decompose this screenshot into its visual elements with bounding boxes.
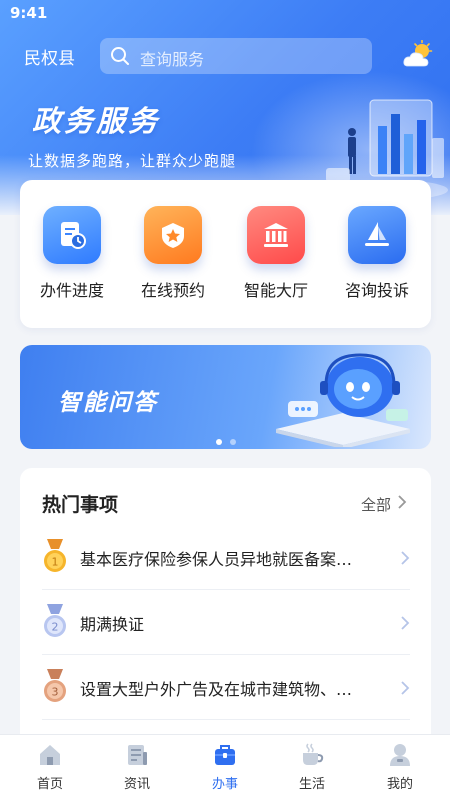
quick-action-label: 办件进度	[39, 281, 104, 300]
view-all-link[interactable]: 全部	[361, 494, 391, 515]
tab-home[interactable]: 首页	[15, 743, 85, 797]
hot-item-text: 期满换证	[80, 615, 145, 634]
hot-items-card: 热门事项 全部 1 基本医疗保险参保人员异地就医备案… 2 期满换证 3 设置大…	[20, 468, 431, 758]
star-badge-icon	[144, 206, 202, 264]
medal-rank: 3	[52, 686, 59, 699]
carousel-dot[interactable]	[230, 439, 236, 445]
hot-item-text: 设置大型户外广告及在城市建筑物、…	[80, 680, 353, 699]
city-selector[interactable]: 民权县	[24, 44, 75, 69]
status-time: 9:41	[10, 4, 48, 22]
government-hall-icon	[247, 206, 305, 264]
tab-label: 资讯	[123, 777, 150, 792]
quick-action-label: 咨询投诉	[344, 281, 409, 300]
chevron-right-icon	[401, 551, 410, 565]
hot-items-title: 热门事项	[42, 494, 119, 516]
status-bar: 9:41	[0, 0, 450, 28]
top-bar: 民权县 查询服务	[0, 36, 450, 76]
quick-action-label: 智能大厅	[243, 281, 308, 300]
quick-actions-card: 办件进度 在线预约 智能大厅 咨询投诉	[20, 180, 431, 328]
coffee-cup-icon	[303, 743, 324, 765]
tab-services[interactable]: 办事	[190, 743, 260, 797]
quick-action-appointment[interactable]: 在线预约	[128, 206, 218, 306]
tab-news[interactable]: 资讯	[102, 743, 172, 797]
quick-action-smart-hall[interactable]: 智能大厅	[231, 206, 321, 306]
progress-document-icon	[43, 206, 101, 264]
banner-title: 智能问答	[58, 390, 158, 416]
bronze-medal-icon: 3	[44, 669, 66, 702]
medal-rank: 1	[52, 556, 59, 569]
search-placeholder: 查询服务	[140, 50, 205, 69]
smart-qa-banner[interactable]: 智能问答	[20, 345, 431, 449]
hot-item-row[interactable]: 2 期满换证	[42, 591, 410, 655]
carousel-dots	[216, 430, 244, 445]
bottom-tab-bar: 首页 资讯 办事 生活 我的	[0, 734, 450, 800]
tab-label: 生活	[298, 777, 325, 792]
hot-item-row[interactable]: 1 基本医疗保险参保人员异地就医备案…	[42, 526, 410, 590]
robot-assistant-illustration	[276, 353, 410, 447]
briefcase-icon	[215, 745, 235, 765]
medal-rank: 2	[52, 621, 59, 634]
tab-mine[interactable]: 我的	[365, 743, 435, 797]
silver-medal-icon: 2	[44, 604, 66, 637]
quick-action-consult-complaint[interactable]: 咨询投诉	[332, 206, 422, 306]
paper-plane-icon	[348, 206, 406, 264]
user-icon	[390, 744, 410, 766]
chevron-right-icon	[401, 681, 410, 695]
gold-medal-icon: 1	[44, 539, 66, 572]
weather-icon[interactable]	[402, 40, 434, 70]
quick-action-label: 在线预约	[140, 281, 205, 300]
hot-item-row[interactable]: 3 设置大型户外广告及在城市建筑物、…	[42, 656, 410, 720]
search-icon	[111, 47, 129, 65]
hero-subtitle: 让数据多跑路，让群众少跑腿	[28, 152, 237, 170]
hero-title: 政务服务	[32, 104, 161, 138]
chevron-right-icon[interactable]	[397, 494, 407, 510]
tab-label: 我的	[386, 777, 413, 792]
hot-item-text: 基本医疗保险参保人员异地就医备案…	[80, 550, 353, 569]
quick-action-progress[interactable]: 办件进度	[27, 206, 117, 306]
tab-label: 首页	[36, 777, 63, 792]
search-input[interactable]: 查询服务	[100, 38, 372, 74]
news-icon	[128, 745, 147, 765]
home-icon	[40, 745, 60, 765]
tab-label: 办事	[211, 777, 238, 792]
tab-life[interactable]: 生活	[277, 743, 347, 797]
chevron-right-icon	[401, 616, 410, 630]
carousel-dot-active[interactable]	[216, 439, 222, 445]
